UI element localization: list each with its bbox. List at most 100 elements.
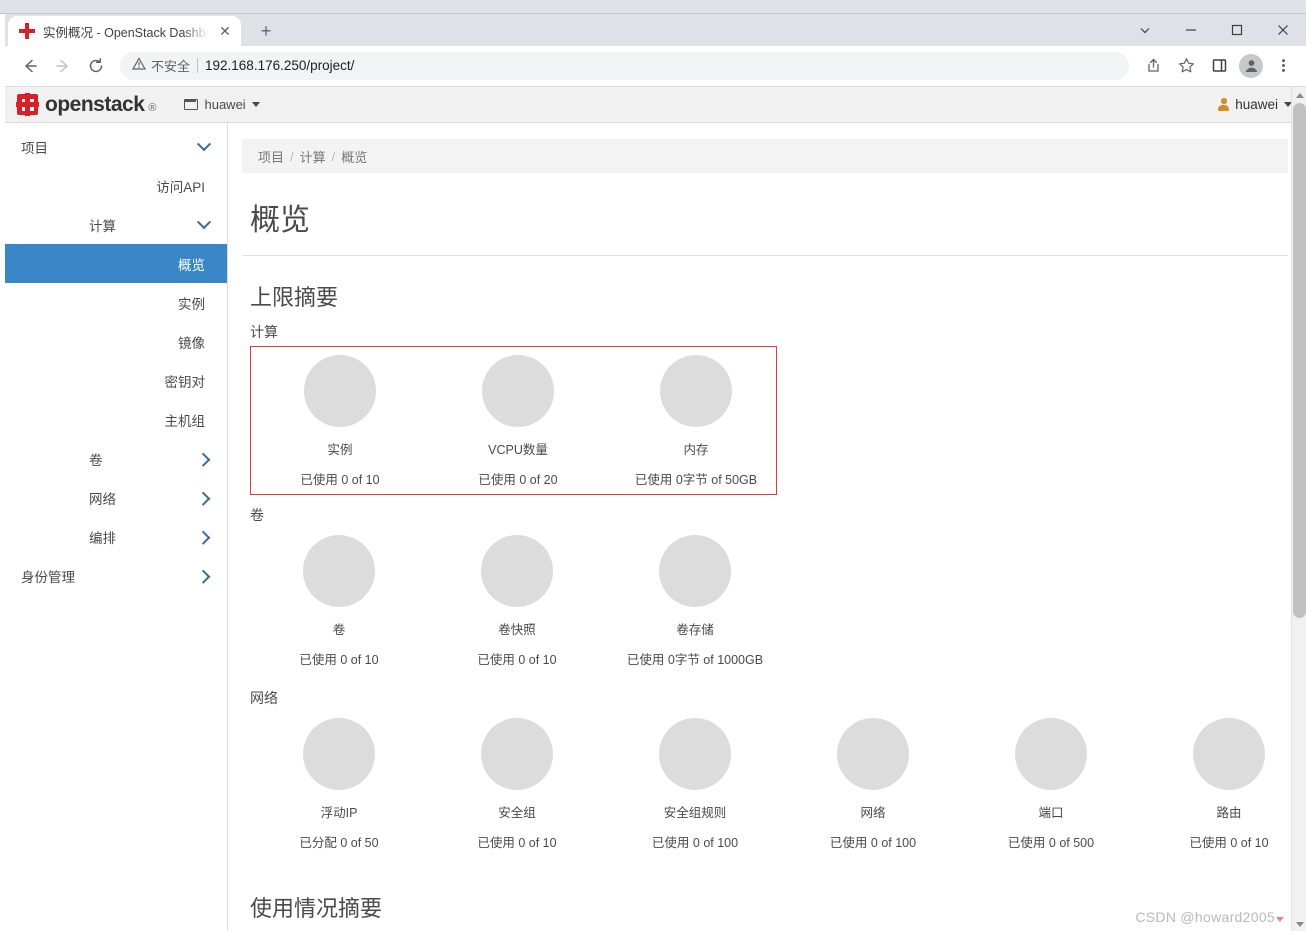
breadcrumb-item[interactable]: 项目 <box>258 147 284 166</box>
quota-item: 卷快照 已使用 0 of 10 <box>428 535 606 668</box>
insecure-warning[interactable]: 不安全 <box>131 56 191 75</box>
maximize-icon[interactable] <box>1214 14 1260 46</box>
share-icon[interactable] <box>1138 51 1168 81</box>
quota-donut-chart <box>1015 718 1087 790</box>
quota-label: 安全组 <box>498 806 536 820</box>
quota-label: VCPU数量 <box>488 443 548 457</box>
browser-tab[interactable]: 实例概况 - OpenStack Dashboa ✕ <box>8 16 241 46</box>
quota-usage-text: 已使用 0 of 10 <box>477 653 557 667</box>
project-switcher[interactable]: huawei <box>184 97 260 112</box>
sidebar-item-项目[interactable]: 项目 <box>5 127 227 166</box>
side-panel-icon[interactable] <box>1204 51 1234 81</box>
quota-item: 端口 已使用 0 of 500 <box>962 718 1140 851</box>
breadcrumb-separator: / <box>290 148 294 164</box>
quota-label: 安全组规则 <box>663 806 727 820</box>
sidebar-item-镜像[interactable]: 镜像 <box>5 322 227 361</box>
sidebar-item-label: 镜像 <box>178 335 205 351</box>
quota-donut-chart <box>837 718 909 790</box>
quota-item: 卷存储已使用 0字节 of 1000GB <box>606 535 784 668</box>
new-tab-button[interactable]: + <box>252 18 280 46</box>
sidebar-item-卷[interactable]: 卷 <box>5 439 227 478</box>
breadcrumb-item: 概览 <box>341 149 368 165</box>
sidebar-item-label: 访问API <box>156 179 205 195</box>
usage-summary-section: 使用情况摘要 选择一段时间来查询其用量: <box>242 891 1288 931</box>
quota-usage-text: 已使用 0 of 20 <box>478 473 558 487</box>
quota-usage-text: 已使用 0字节 of 1000GB <box>626 653 764 667</box>
quota-usage-text: 已使用 0 of 100 <box>829 836 917 850</box>
chevron-down-icon[interactable] <box>1122 14 1168 46</box>
sidebar-item-概览[interactable]: 概览 <box>5 244 227 283</box>
openstack-logo-icon <box>19 23 35 39</box>
profile-avatar-icon[interactable] <box>1239 53 1263 78</box>
sidebar-item-身份管理[interactable]: 身份管理 <box>5 556 227 595</box>
breadcrumb-item[interactable]: 计算 <box>300 147 326 166</box>
sidebar-item-编排[interactable]: 编排 <box>5 517 227 556</box>
reload-icon[interactable] <box>81 51 111 81</box>
usage-summary-heading: 使用情况摘要 <box>250 896 383 921</box>
title-divider <box>242 255 1288 256</box>
chevron-down-icon <box>251 102 260 107</box>
quota-donut-chart <box>304 355 376 427</box>
close-icon[interactable]: ✕ <box>217 23 233 39</box>
chevron-right-icon <box>196 491 211 506</box>
openstack-logo[interactable]: openstack ® <box>16 93 157 117</box>
sidebar-item-实例[interactable]: 实例 <box>5 283 227 322</box>
forward-arrow-icon <box>48 51 78 81</box>
quota-usage-text: 已使用 0 of 500 <box>1007 836 1095 850</box>
chevron-right-icon <box>196 452 211 467</box>
quota-donut-chart <box>481 718 553 790</box>
registered-mark: ® <box>148 101 157 114</box>
sidebar-item-访问API[interactable]: 访问API <box>5 166 227 205</box>
project-icon <box>184 99 199 110</box>
scroll-down-arrow[interactable] <box>1292 916 1306 931</box>
main-content: 项目 / 计算 / 概览 概览 上限摘要 计算 实例 已使用 0 of 10 VCPU数量 已使… <box>228 123 1306 931</box>
scrollbar-thumb[interactable] <box>1293 103 1306 618</box>
quota-sections: 计算 实例 已使用 0 of 10 VCPU数量 已使用 0 of 20 内存 已使用 0字… <box>242 322 1288 861</box>
security-status-text: 不安全 <box>151 59 191 74</box>
user-menu[interactable]: huawei <box>1218 97 1292 112</box>
scroll-up-arrow[interactable] <box>1292 87 1306 103</box>
person-icon <box>1218 98 1230 111</box>
quota-donut-chart <box>660 355 732 427</box>
sidebar-item-label: 计算 <box>89 218 116 234</box>
address-bar[interactable]: 不安全 192.168.176.250/project/ <box>120 51 1129 80</box>
sidebar-item-密钥对[interactable]: 密钥对 <box>5 361 227 400</box>
quota-label: 路由 <box>1216 806 1242 820</box>
quota-label: 卷存储 <box>676 623 714 637</box>
sidebar-item-label: 项目 <box>21 140 48 156</box>
sidebar-item-label: 概览 <box>178 257 205 273</box>
quota-item: VCPU数量 已使用 0 of 20 <box>429 355 607 488</box>
browser-tab-title: 实例概况 - OpenStack Dashboa <box>43 25 209 40</box>
quota-donut-chart <box>659 535 731 607</box>
quota-donut-chart <box>303 535 375 607</box>
quota-item: 实例 已使用 0 of 10 <box>251 355 429 488</box>
quota-usage-text: 已分配 0 of 50 <box>299 836 379 850</box>
sidebar-nav: 项目访问API 计算概览实例镜像密钥对主机组卷网络编排 身份管理 <box>5 123 228 931</box>
star-icon[interactable] <box>1171 51 1201 81</box>
user-name: huawei <box>1235 97 1278 112</box>
quota-usage-text: 已使用 0 of 10 <box>1189 836 1269 850</box>
background-desktop-strip <box>0 0 1306 14</box>
breadcrumb: 项目 / 计算 / 概览 <box>242 139 1288 173</box>
quota-item: 内存 已使用 0字节 of 50GB <box>607 355 785 488</box>
url-text: 192.168.176.250/project/ <box>205 58 355 73</box>
quota-group-卷: 卷已使用 0 of 10 卷快照 已使用 0 of 10 卷存储 已使用 0字节 of … <box>250 529 1288 678</box>
quota-section-heading: 卷 <box>250 507 264 523</box>
three-dot-menu-icon[interactable] <box>1268 51 1298 81</box>
quota-section-heading: 计算 <box>250 324 278 340</box>
sidebar-item-网络[interactable]: 网络 <box>5 478 227 517</box>
sidebar-item-计算[interactable]: 计算 <box>5 205 227 244</box>
back-arrow-icon[interactable] <box>15 51 45 81</box>
sidebar-item-label: 主机组 <box>164 413 206 429</box>
page-scrollbar[interactable] <box>1291 87 1306 931</box>
browser-toolbar: 不安全 192.168.176.250/project/ <box>5 46 1306 86</box>
quota-item: 路由已使用 0 of 10 <box>1140 718 1306 851</box>
sidebar-item-label: 网络 <box>89 491 116 507</box>
quota-label: 实例 <box>327 443 353 457</box>
sidebar-item-主机组[interactable]: 主机组 <box>5 400 227 439</box>
sidebar-item-label: 实例 <box>178 296 205 312</box>
minimize-icon[interactable] <box>1168 14 1214 46</box>
window-close-icon[interactable] <box>1260 14 1306 46</box>
chevron-down-icon <box>196 214 212 229</box>
quota-item: 网络 已使用 0 of 100 <box>784 718 962 851</box>
